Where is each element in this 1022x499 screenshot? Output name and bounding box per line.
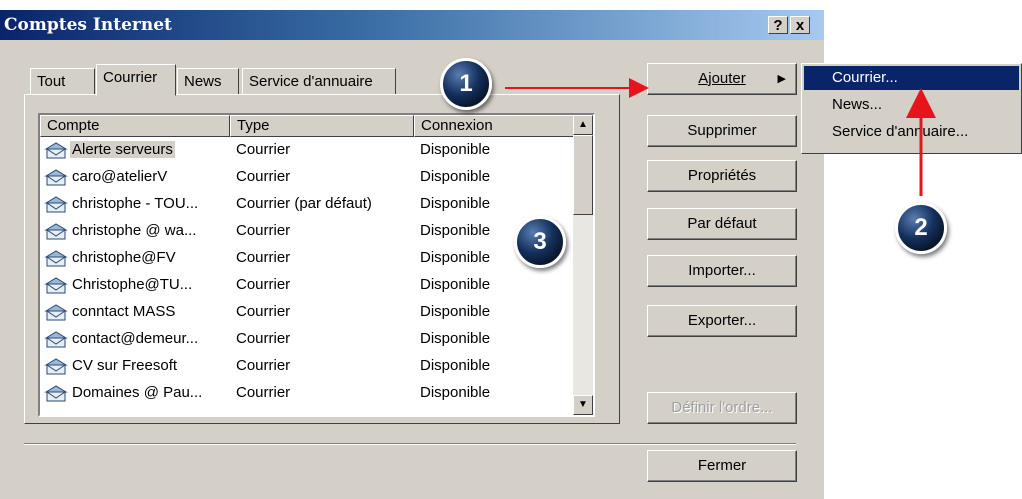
scroll-down-icon[interactable]: ▼ xyxy=(573,395,593,415)
scroll-thumb[interactable] xyxy=(573,135,593,215)
account-connection: Disponible xyxy=(420,276,491,293)
account-connection: Disponible xyxy=(420,141,491,158)
list-header: Compte Type Connexion xyxy=(40,115,577,137)
account-type: Courrier xyxy=(236,357,291,374)
mail-account-icon xyxy=(44,331,68,348)
account-connection: Disponible xyxy=(420,249,491,266)
table-row[interactable]: christophe - TOU... Courrier (par défaut)… xyxy=(40,193,577,216)
mail-account-icon xyxy=(44,223,68,240)
account-type: Courrier xyxy=(236,222,291,239)
account-name: Alerte serveurs xyxy=(70,141,175,158)
dialog-window: Comptes Internet ? x Tout Courrier News … xyxy=(0,10,824,499)
tab-service-annuaire[interactable]: Service d'annuaire xyxy=(242,68,396,95)
export-button[interactable]: Exporter... xyxy=(647,305,797,337)
account-connection: Disponible xyxy=(420,384,491,401)
help-button[interactable]: ? xyxy=(768,16,788,34)
separator xyxy=(24,443,796,445)
title-bar[interactable]: Comptes Internet ? x xyxy=(0,10,824,40)
account-connection: Disponible xyxy=(420,303,491,320)
column-type[interactable]: Type xyxy=(230,115,414,137)
account-connection: Disponible xyxy=(420,222,491,239)
account-type: Courrier (par défaut) xyxy=(236,195,372,212)
table-row[interactable]: caro@atelierV Courrier Disponible xyxy=(40,166,577,189)
account-name: CV sur Freesoft xyxy=(72,357,178,374)
account-connection: Disponible xyxy=(420,330,491,347)
set-order-button[interactable]: Définir l'ordre... xyxy=(647,392,797,424)
import-button[interactable]: Importer... xyxy=(647,255,797,287)
account-connection: Disponible xyxy=(420,168,491,185)
table-row[interactable]: CV sur Freesoft Courrier Disponible xyxy=(40,355,577,378)
add-submenu: Courrier... News... Service d'annuaire..… xyxy=(801,63,1022,154)
table-row[interactable]: conntact MASS Courrier Disponible xyxy=(40,301,577,324)
table-row[interactable]: christophe @ wa... Courrier Disponible xyxy=(40,220,577,243)
properties-button[interactable]: Propriétés xyxy=(647,160,797,192)
account-type: Courrier xyxy=(236,276,291,293)
mail-account-icon xyxy=(44,169,68,186)
account-name: contact@demeur... xyxy=(72,330,199,347)
account-type: Courrier xyxy=(236,141,291,158)
vertical-scrollbar[interactable]: ▲ ▼ xyxy=(573,115,593,415)
table-row[interactable]: contact@demeur... Courrier Disponible xyxy=(40,328,577,351)
account-name: caro@atelierV xyxy=(72,168,168,185)
table-row[interactable]: christophe@FV Courrier Disponible xyxy=(40,247,577,270)
menu-item-service-annuaire[interactable]: Service d'annuaire... xyxy=(804,120,1019,144)
accounts-list[interactable]: Compte Type Connexion Alerte serveurs Cou… xyxy=(38,113,595,417)
account-name: Christophe@TU... xyxy=(72,276,193,293)
table-row[interactable]: Alerte serveurs Courrier Disponible xyxy=(40,139,577,162)
mail-account-icon xyxy=(44,358,68,375)
account-name: christophe - TOU... xyxy=(72,195,199,212)
menu-item-courrier[interactable]: Courrier... xyxy=(804,66,1019,90)
tab-tout[interactable]: Tout xyxy=(30,68,95,95)
column-connexion[interactable]: Connexion xyxy=(414,115,577,137)
account-type: Courrier xyxy=(236,168,291,185)
add-button-label: Ajouter xyxy=(698,70,746,87)
callout-badge-3: 3 xyxy=(514,216,566,268)
account-name: christophe@FV xyxy=(72,249,176,266)
tab-courrier[interactable]: Courrier xyxy=(96,64,176,96)
mail-account-icon xyxy=(44,196,68,213)
account-type: Courrier xyxy=(236,384,291,401)
set-default-button[interactable]: Par défaut xyxy=(647,208,797,240)
table-row[interactable]: Christophe@TU... Courrier Disponible xyxy=(40,274,577,297)
close-dialog-button[interactable]: Fermer xyxy=(647,450,797,482)
mail-account-icon xyxy=(44,304,68,321)
remove-button[interactable]: Supprimer xyxy=(647,115,797,147)
add-button[interactable]: Ajouter ▶ xyxy=(647,63,797,95)
mail-account-icon xyxy=(44,385,68,402)
account-type: Courrier xyxy=(236,303,291,320)
account-name: christophe @ wa... xyxy=(72,222,197,239)
tab-news[interactable]: News xyxy=(177,68,239,95)
scroll-up-icon[interactable]: ▲ xyxy=(573,115,593,135)
account-type: Courrier xyxy=(236,249,291,266)
mail-account-icon xyxy=(44,250,68,267)
column-compte[interactable]: Compte xyxy=(40,115,230,137)
account-name: Domaines @ Pau... xyxy=(72,384,203,401)
mail-account-icon xyxy=(44,277,68,294)
account-type: Courrier xyxy=(236,330,291,347)
account-name: conntact MASS xyxy=(72,303,176,320)
account-connection: Disponible xyxy=(420,195,491,212)
callout-badge-2: 2 xyxy=(895,202,947,254)
account-connection: Disponible xyxy=(420,357,491,374)
submenu-arrow-icon: ▶ xyxy=(777,73,786,85)
close-button[interactable]: x xyxy=(790,16,810,34)
window-title: Comptes Internet xyxy=(4,15,172,35)
menu-item-news[interactable]: News... xyxy=(804,93,1019,117)
callout-badge-1: 1 xyxy=(440,58,492,110)
table-row[interactable]: Domaines @ Pau... Courrier Disponible xyxy=(40,382,577,405)
mail-account-icon xyxy=(44,142,68,159)
